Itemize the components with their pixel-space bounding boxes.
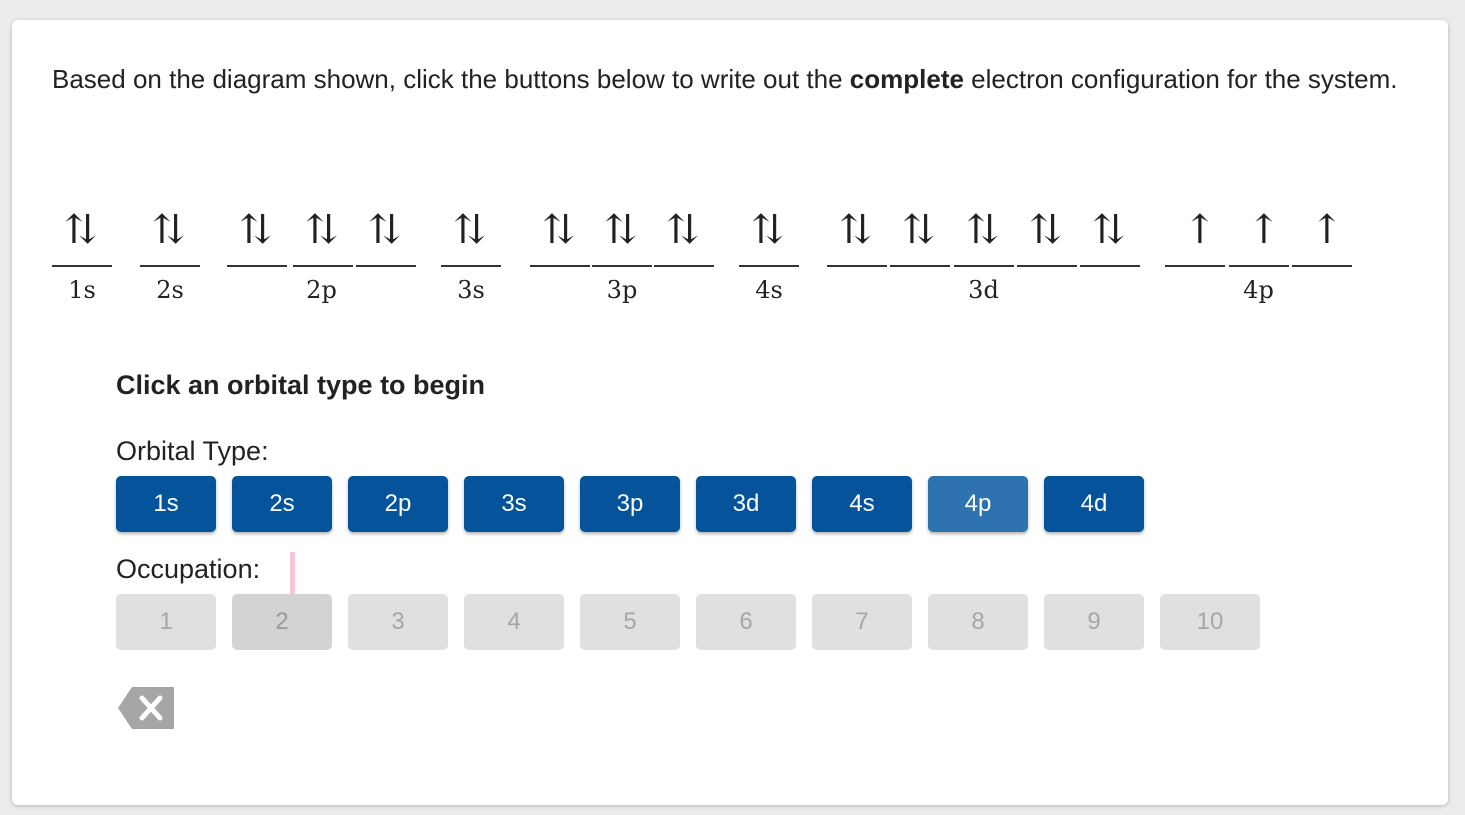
sublevel-label-4s: 4s: [755, 276, 783, 304]
orbital-line: [1292, 265, 1352, 267]
orbital-type-button-3s[interactable]: 3s: [464, 476, 564, 532]
orbital-line: [1017, 265, 1077, 267]
backspace-icon: [118, 687, 174, 729]
orbital-type-button-4s[interactable]: 4s: [812, 476, 912, 532]
orbital-type-button-2s[interactable]: 2s: [232, 476, 332, 532]
paired-electron-arrows-icon: ⇅: [751, 207, 785, 253]
paired-electron-arrows-icon: ⇅: [453, 207, 487, 253]
occupation-button-4[interactable]: 4: [464, 594, 564, 650]
orbital-type-button-2p[interactable]: 2p: [348, 476, 448, 532]
orbital-line: [293, 265, 353, 267]
orbital-line: [356, 265, 416, 267]
orbital-line: [739, 265, 799, 267]
orbital-line: [954, 265, 1014, 267]
orbital-line: [1165, 265, 1225, 267]
sublevel-label-3d: 3d: [968, 276, 999, 304]
orbital-line: [441, 265, 501, 267]
sublevel-label-3p: 3p: [606, 276, 638, 304]
occupation-button-9[interactable]: 9: [1044, 594, 1144, 650]
paired-electron-arrows-icon: ⇅: [152, 207, 186, 253]
paired-electron-arrows-icon: ⇅: [666, 207, 700, 253]
sublevel-label-4p: 4p: [1243, 276, 1274, 304]
orbital-line: [140, 265, 200, 267]
text-cursor: [290, 552, 295, 596]
occupation-button-6[interactable]: 6: [696, 594, 796, 650]
orbital-line: [827, 265, 887, 267]
orbital-line: [1080, 265, 1140, 267]
paired-electron-arrows-icon: ⇅: [239, 207, 273, 253]
paired-electron-arrows-icon: ⇅: [902, 207, 936, 253]
paired-electron-arrows-icon: ⇅: [966, 207, 1000, 253]
sublevel-label-3s: 3s: [457, 276, 485, 304]
paired-electron-arrows-icon: ⇅: [542, 207, 576, 253]
spin-up-arrow-icon: ↑: [1247, 207, 1281, 253]
paired-electron-arrows-icon: ⇅: [604, 207, 638, 253]
paired-electron-arrows-icon: ⇅: [1029, 207, 1063, 253]
orbital-diagram: ⇅ 1s ⇅ 2s ⇅ ⇅ ⇅ 2p ⇅ 3s ⇅ ⇅ ⇅ 3p ⇅ 4s ⇅ ⇅ ⇅ ⇅ ⇅ 3d ↑ ↑ ↑ 4p: [12, 20, 1448, 340]
spin-up-arrow-icon: ↑: [1183, 207, 1217, 253]
occupation-button-8[interactable]: 8: [928, 594, 1028, 650]
orbital-type-label: Orbital Type:: [116, 436, 269, 466]
orbital-type-button-4p[interactable]: 4p: [928, 476, 1028, 532]
instruction-text: Click an orbital type to begin: [116, 370, 486, 400]
orbital-type-button-1s[interactable]: 1s: [116, 476, 216, 532]
sublevel-label-1s: 1s: [68, 276, 96, 304]
orbital-type-button-3p[interactable]: 3p: [580, 476, 680, 532]
spin-up-arrow-icon: ↑: [1310, 207, 1344, 253]
orbital-type-button-4d[interactable]: 4d: [1044, 476, 1144, 532]
occupation-label: Occupation:: [116, 554, 261, 584]
orbital-line: [1229, 265, 1289, 267]
orbital-line: [592, 265, 652, 267]
paired-electron-arrows-icon: ⇅: [839, 207, 873, 253]
orbital-line: [530, 265, 590, 267]
occupation-button-3[interactable]: 3: [348, 594, 448, 650]
occupation-button-5[interactable]: 5: [580, 594, 680, 650]
occupation-button-2[interactable]: 2: [232, 594, 332, 650]
occupation-button-7[interactable]: 7: [812, 594, 912, 650]
backspace-button[interactable]: [118, 687, 174, 729]
paired-electron-arrows-icon: ⇅: [64, 207, 98, 253]
question-card: Based on the diagram shown, click the bu…: [12, 20, 1448, 805]
occupation-button-10[interactable]: 10: [1160, 594, 1260, 650]
orbital-line: [890, 265, 950, 267]
orbital-line: [52, 265, 112, 267]
orbital-line: [654, 265, 714, 267]
paired-electron-arrows-icon: ⇅: [1092, 207, 1126, 253]
sublevel-label-2s: 2s: [156, 276, 184, 304]
orbital-line: [227, 265, 287, 267]
orbital-type-button-3d[interactable]: 3d: [696, 476, 796, 532]
occupation-button-1[interactable]: 1: [116, 594, 216, 650]
paired-electron-arrows-icon: ⇅: [305, 207, 339, 253]
paired-electron-arrows-icon: ⇅: [368, 207, 402, 253]
sublevel-label-2p: 2p: [306, 276, 337, 304]
